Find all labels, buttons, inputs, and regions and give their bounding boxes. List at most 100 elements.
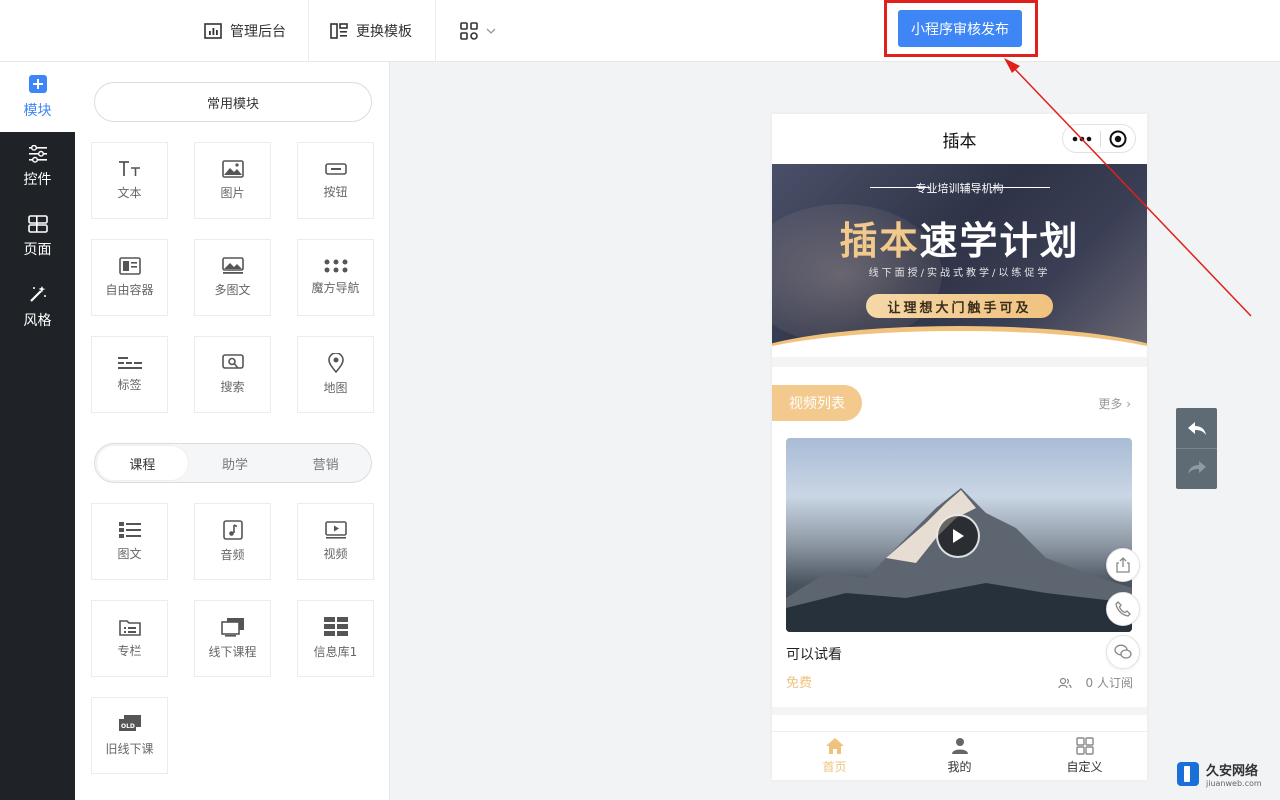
module-label: 线下课程: [208, 645, 257, 659]
phone-preview: 插本 专业培训辅导机构 插本速学计划 线下面授/实战式教学/以练促学 让理想大门…: [772, 114, 1147, 780]
sidebar-item-label: 控件: [23, 172, 52, 188]
module-panel: 常用模块 文本 图片 按钮 自由容器 多图文 魔方导航 标签 搜索 地图 课程: [75, 62, 390, 800]
module-article[interactable]: 图文: [91, 503, 168, 580]
redo-icon[interactable]: [1187, 460, 1207, 476]
module-text[interactable]: 文本: [91, 142, 168, 219]
template-label: 更换模板: [356, 24, 412, 40]
watermark-name: 久安网络: [1206, 764, 1259, 779]
module-column[interactable]: 专栏: [91, 600, 168, 677]
module-label: 地图: [323, 381, 348, 395]
watermark-url: jiuanweb.com: [1206, 779, 1262, 788]
video-icon: [324, 521, 347, 539]
more-dots-icon[interactable]: [1072, 135, 1092, 143]
capsule-divider: [1100, 131, 1101, 147]
module-video[interactable]: 视频: [297, 503, 374, 580]
sidebar-item-label: 页面: [23, 242, 52, 258]
undo-icon[interactable]: [1187, 421, 1207, 437]
more-link[interactable]: 更多 ›: [1098, 395, 1131, 412]
container-icon: [118, 257, 141, 275]
change-template-button[interactable]: 更换模板: [330, 0, 412, 62]
tabbar-label: 自定义: [1066, 760, 1103, 774]
share-float-button[interactable]: [1106, 548, 1140, 582]
apps-dropdown[interactable]: [460, 0, 504, 62]
module-button[interactable]: 按钮: [297, 142, 374, 219]
divider: [435, 0, 436, 62]
banner-subtitle: 专业培训辅导机构: [915, 182, 1004, 195]
module-label: 音频: [220, 548, 245, 562]
banner-description: 线下面授/实战式教学/以练促学: [868, 268, 1051, 279]
users-icon: [1057, 677, 1072, 688]
module-label: 旧线下课: [105, 742, 154, 756]
section-tag: 视频列表: [772, 385, 862, 421]
module-label: 自由容器: [105, 283, 154, 297]
share-icon: [1116, 557, 1130, 573]
banner-cta[interactable]: 让理想大门触手可及: [866, 294, 1053, 318]
folder-icon: [118, 620, 141, 636]
wechat-icon: [1114, 644, 1132, 659]
grid-icon: [1075, 737, 1094, 755]
search-icon: [221, 354, 244, 369]
banner-title-white: 速学计划: [919, 219, 1080, 263]
module-image[interactable]: 图片: [194, 142, 271, 219]
screens-icon: [220, 618, 244, 637]
tabbar-custom[interactable]: 自定义: [1022, 732, 1147, 780]
tab-course[interactable]: 课程: [97, 446, 188, 480]
tab-study-aid[interactable]: 助学: [190, 444, 281, 482]
module-free-container[interactable]: 自由容器: [91, 239, 168, 316]
sidebar-item-modules[interactable]: 模块: [0, 62, 75, 132]
sidebar-item-label: 风格: [23, 313, 52, 329]
map-pin-icon: [327, 353, 344, 373]
banner-title-gold: 插本: [839, 219, 920, 263]
close-target-icon[interactable]: [1109, 130, 1127, 148]
user-icon: [951, 738, 968, 754]
video-thumbnail[interactable]: [786, 438, 1132, 632]
play-button[interactable]: [936, 514, 980, 558]
module-offline-course[interactable]: 线下课程: [194, 600, 271, 677]
publish-button[interactable]: 小程序审核发布: [898, 10, 1022, 47]
module-label: 多图文: [214, 283, 251, 297]
common-modules-header[interactable]: 常用模块: [94, 82, 372, 122]
watermark-logo-icon: [1177, 762, 1199, 786]
wechat-float-button[interactable]: [1106, 635, 1140, 669]
multi-image-icon: [221, 257, 244, 274]
tabbar-home[interactable]: 首页: [772, 732, 897, 780]
tab-marketing[interactable]: 营销: [280, 444, 371, 482]
svg-text:OLD: OLD: [121, 723, 135, 730]
home-icon: [825, 738, 844, 754]
module-cube-nav[interactable]: 魔方导航: [297, 239, 374, 316]
module-audio[interactable]: 音频: [194, 503, 271, 580]
banner[interactable]: 专业培训辅导机构 插本速学计划 线下面授/实战式教学/以练促学 让理想大门触手可…: [772, 164, 1147, 357]
module-map[interactable]: 地图: [297, 336, 374, 413]
audio-icon: [222, 520, 243, 540]
module-multi-image[interactable]: 多图文: [194, 239, 271, 316]
dots-grid-icon: [324, 259, 347, 273]
sidebar-item-style[interactable]: 风格: [0, 272, 75, 342]
phone-icon: [1115, 601, 1131, 617]
sidebar-item-pages[interactable]: 页面: [0, 202, 75, 272]
tabbar-mine[interactable]: 我的: [897, 732, 1022, 780]
phone-call-float-button[interactable]: [1106, 592, 1140, 626]
chevron-right-icon: ›: [1122, 397, 1131, 411]
undo-redo-panel: [1176, 408, 1217, 489]
module-old-offline-course[interactable]: OLD 旧线下课: [91, 697, 168, 774]
module-label: 标签: [117, 378, 142, 392]
module-search[interactable]: 搜索: [194, 336, 271, 413]
template-icon: [330, 23, 348, 39]
module-info-library[interactable]: 信息库1: [297, 600, 374, 677]
module-label: 按钮: [323, 185, 348, 199]
admin-button[interactable]: 管理后台: [204, 0, 286, 62]
sidebar: 模块 控件 页面 风格: [0, 62, 75, 800]
phone-tabbar: 首页 我的 自定义: [772, 731, 1147, 780]
module-label: 图片: [220, 186, 245, 200]
sidebar-item-label: 模块: [23, 103, 52, 119]
bar-chart-icon: [204, 23, 222, 39]
subscriber-label: 0 人订阅: [1085, 676, 1133, 690]
sidebar-item-controls[interactable]: 控件: [0, 132, 75, 202]
video-title[interactable]: 可以试看: [786, 644, 842, 664]
mini-program-capsule: [1062, 124, 1136, 153]
module-tag[interactable]: 标签: [91, 336, 168, 413]
module-label: 图文: [117, 547, 142, 561]
module-category-tabs: 课程 助学 营销: [94, 443, 372, 483]
more-label: 更多: [1098, 397, 1123, 411]
apps-grid-icon: [460, 22, 478, 40]
